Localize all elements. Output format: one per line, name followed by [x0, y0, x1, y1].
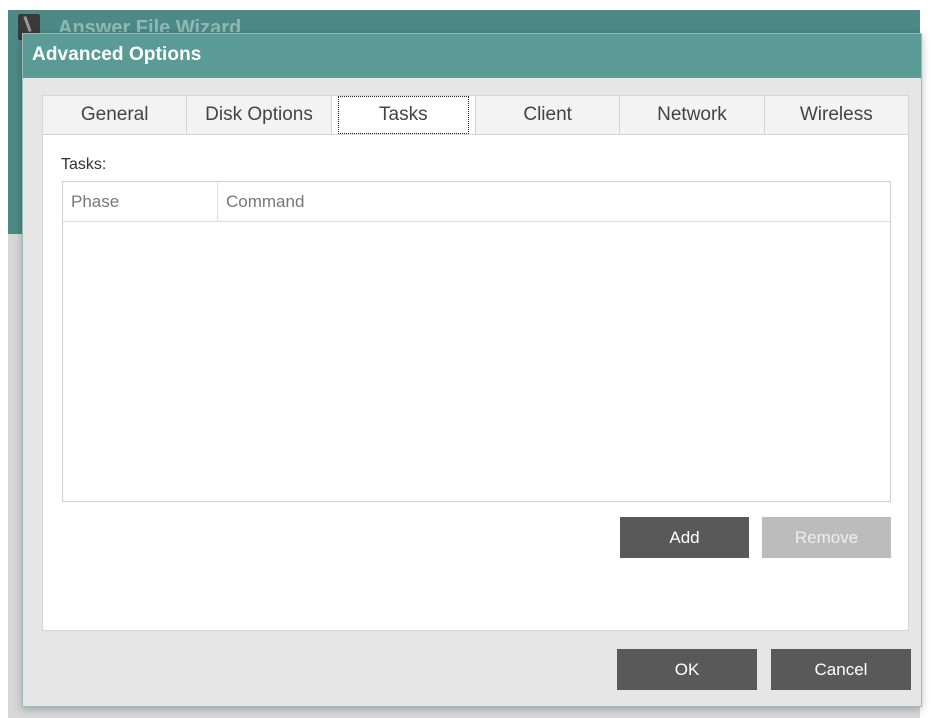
background-window-title: Answer File Wizard [58, 18, 242, 32]
tab-bar: General Disk Options Tasks Client Networ… [42, 95, 909, 135]
tab-label: Tasks [338, 96, 469, 134]
table-body[interactable] [63, 222, 890, 501]
remove-button[interactable]: Remove [762, 517, 891, 558]
tasks-panel: Tasks: Phase Command Add Remove [42, 134, 909, 631]
tab-label: Wireless [799, 104, 873, 125]
table-header: Phase Command [63, 182, 890, 222]
tab-network[interactable]: Network [619, 95, 764, 135]
advanced-options-dialog: Advanced Options General Disk Options Ta… [22, 33, 922, 707]
tab-general[interactable]: General [42, 95, 187, 135]
tasks-label: Tasks: [61, 156, 107, 173]
ok-button[interactable]: OK [617, 649, 757, 690]
cancel-button[interactable]: Cancel [771, 649, 911, 690]
tab-disk-options[interactable]: Disk Options [186, 95, 331, 135]
tasks-table[interactable]: Phase Command [62, 181, 891, 502]
tab-label: Disk Options [205, 104, 313, 125]
tab-label: Client [523, 104, 572, 125]
column-header-command[interactable]: Command [218, 182, 890, 221]
dialog-title: Advanced Options [32, 44, 202, 65]
tab-wireless[interactable]: Wireless [763, 95, 909, 135]
tab-client[interactable]: Client [474, 95, 620, 135]
add-button[interactable]: Add [620, 517, 749, 558]
tab-label: Network [657, 104, 727, 125]
tab-label: General [80, 104, 149, 125]
tab-tasks[interactable]: Tasks [330, 95, 475, 135]
column-header-phase[interactable]: Phase [63, 182, 218, 221]
dialog-titlebar[interactable]: Advanced Options [23, 34, 921, 78]
